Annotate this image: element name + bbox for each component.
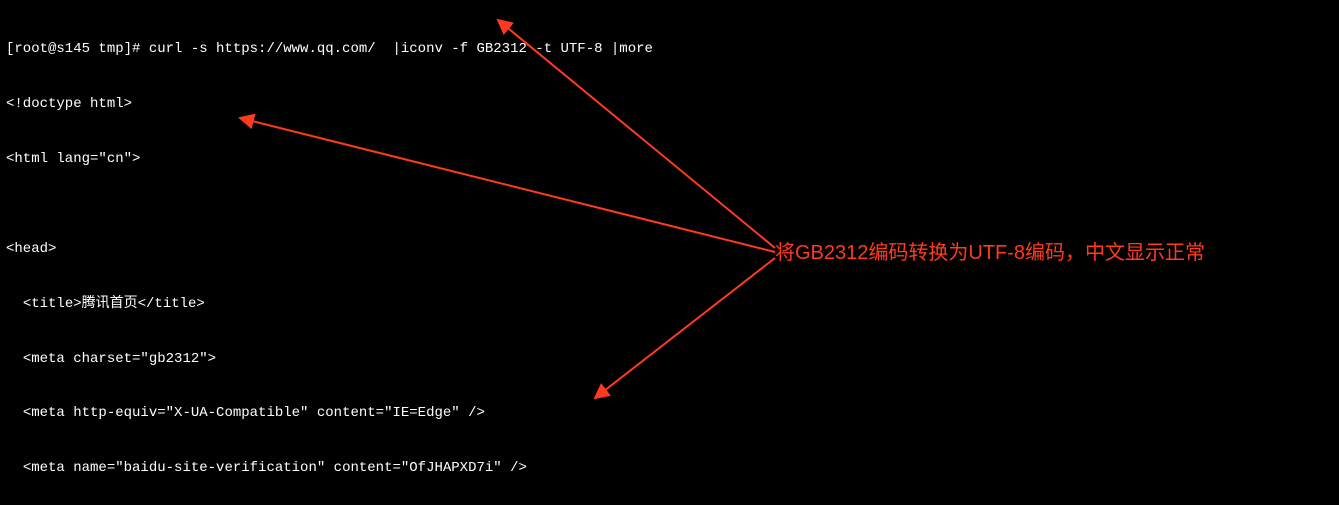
output-line: <title>腾讯首页</title> — [6, 295, 1333, 313]
output-line: <html lang="cn"> — [6, 150, 1333, 168]
output-line: <!doctype html> — [6, 95, 1333, 113]
command-line: [root@s145 tmp]# curl -s https://www.qq.… — [6, 40, 1333, 58]
output-line: <meta charset="gb2312"> — [6, 350, 1333, 368]
annotation-text: 将GB2312编码转换为UTF-8编码，中文显示正常 — [775, 240, 1205, 266]
output-line: <meta name="baidu-site-verification" con… — [6, 459, 1333, 477]
output-line: <meta http-equiv="X-UA-Compatible" conte… — [6, 404, 1333, 422]
